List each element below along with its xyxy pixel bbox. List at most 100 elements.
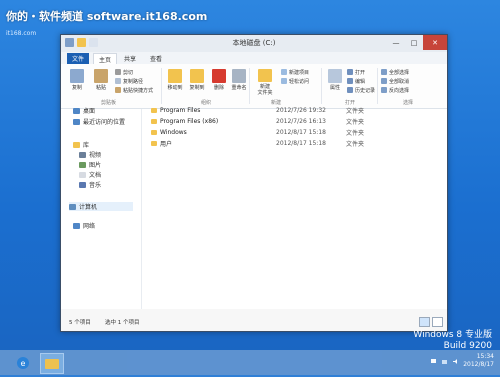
nav-item-videos[interactable]: 视频: [79, 150, 101, 159]
file-row[interactable]: 用户 2012/8/17 15:18 文件夹: [151, 139, 364, 148]
close-button[interactable]: ✕: [423, 35, 447, 50]
cut-button[interactable]: 剪切: [115, 68, 133, 76]
open-button[interactable]: 打开: [347, 68, 365, 76]
corner-logo: it168.com: [6, 30, 37, 37]
nav-item-desktop-partial[interactable]: 桌面: [73, 106, 95, 115]
open-group: 属性 打开 编辑 历史记录 打开: [323, 66, 377, 106]
nav-label: 文档: [89, 172, 102, 179]
tab-share[interactable]: 共享: [119, 53, 141, 64]
file-type: 文件夹: [346, 141, 365, 148]
cut-label: 剪切: [123, 69, 134, 76]
file-name: 用户: [160, 141, 173, 148]
content-area: 桌面 最近访问的位置 库 视频 图片 文档 音乐 计算机 网络 Program …: [61, 106, 447, 309]
nav-label: 网络: [83, 223, 96, 230]
new-folder-label: 新建 文件夹: [257, 84, 273, 96]
ribbon-separator: [377, 68, 378, 104]
cut-icon: [115, 69, 121, 75]
recent-icon: [73, 118, 80, 125]
rename-button[interactable]: 重命名: [227, 66, 251, 96]
paste-shortcut-label: 粘贴快捷方式: [123, 87, 154, 94]
organize-group: 移动到 复制到 删除 重命名 组织: [163, 66, 247, 106]
taskbar: e 15:34 2012/8/17: [0, 350, 500, 375]
properties-button[interactable]: 属性: [323, 66, 347, 96]
flag-icon[interactable]: [430, 358, 437, 365]
maximize-button[interactable]: □: [405, 35, 423, 50]
folder-icon: [151, 130, 157, 135]
edit-icon: [347, 78, 353, 84]
paste-icon: [94, 69, 108, 83]
move-to-button[interactable]: 移动到: [163, 66, 187, 96]
window-titlebar[interactable]: 本地磁盘 (C:) — □ ✕: [61, 35, 447, 52]
nav-label: 图片: [89, 162, 102, 169]
nav-item-music[interactable]: 音乐: [79, 180, 101, 189]
copy-button[interactable]: 复制: [65, 66, 89, 96]
nav-item-recent[interactable]: 最近访问的位置: [73, 117, 125, 126]
minimize-button[interactable]: —: [387, 35, 405, 50]
select-all-button[interactable]: 全部选择: [381, 68, 409, 76]
invert-selection-button[interactable]: 反向选择: [381, 86, 409, 94]
tab-file[interactable]: 文件: [67, 53, 89, 64]
file-date: 2012/7/26 16:13: [276, 118, 326, 125]
file-row[interactable]: Windows 2012/8/17 15:18 文件夹: [151, 128, 364, 137]
nav-label: 计算机: [79, 204, 98, 211]
clipboard-group: 复制 粘贴 剪切 复制路径 粘贴快捷方式 剪贴板: [65, 66, 165, 106]
system-tray: 15:34 2012/8/17: [430, 353, 494, 369]
select-none-label: 全部取消: [389, 78, 410, 85]
easy-access-button[interactable]: 轻松访问: [281, 77, 309, 85]
library-icon: [73, 141, 80, 148]
select-none-button[interactable]: 全部取消: [381, 77, 409, 85]
file-name: Windows: [160, 129, 187, 136]
selection-count: 选中 1 个项目: [105, 320, 140, 326]
svg-text:e: e: [21, 359, 26, 368]
new-item-label: 新建项目: [289, 69, 310, 76]
clock[interactable]: 15:34 2012/8/17: [463, 353, 494, 369]
nav-label: 库: [83, 142, 90, 149]
nav-item-network[interactable]: 网络: [73, 221, 95, 230]
rename-label: 重命名: [231, 85, 247, 91]
nav-label: 桌面: [83, 108, 96, 115]
file-list: Program Files 2012/7/26 19:32 文件夹 Progra…: [147, 106, 443, 309]
nav-item-library[interactable]: 库: [73, 140, 89, 149]
copy-to-icon: [190, 69, 204, 83]
folder-icon: [151, 108, 157, 113]
select-none-icon: [381, 78, 387, 84]
copy-to-button[interactable]: 复制到: [185, 66, 209, 96]
invert-selection-label: 反向选择: [389, 87, 410, 94]
edit-button[interactable]: 编辑: [347, 77, 365, 85]
select-group: 全部选择 全部取消 反向选择 选择: [379, 66, 443, 106]
network-status-icon[interactable]: [441, 358, 448, 365]
history-label: 历史记录: [355, 87, 376, 94]
file-date: 2012/8/17 15:18: [276, 140, 326, 147]
nav-item-computer[interactable]: 计算机: [69, 202, 133, 211]
copy-label: 复制: [71, 85, 82, 91]
details-view-icon[interactable]: [419, 317, 430, 327]
ribbon-separator: [321, 68, 322, 104]
move-icon: [168, 69, 182, 83]
file-row[interactable]: Program Files 2012/7/26 19:32 文件夹: [151, 106, 364, 115]
nav-item-pictures[interactable]: 图片: [79, 160, 101, 169]
nav-item-documents[interactable]: 文档: [79, 170, 101, 179]
music-icon: [79, 181, 86, 188]
copy-path-button[interactable]: 复制路径: [115, 77, 143, 85]
file-row[interactable]: Program Files (x86) 2012/7/26 16:13 文件夹: [151, 117, 364, 126]
new-item-button[interactable]: 新建项目: [281, 68, 309, 76]
internet-explorer-icon[interactable]: e: [12, 353, 34, 372]
volume-icon[interactable]: [452, 358, 459, 365]
tab-view[interactable]: 查看: [145, 53, 167, 64]
folder-icon: [151, 141, 157, 146]
paste-label: 粘贴: [95, 85, 106, 91]
file-date: 2012/7/26 19:32: [276, 107, 326, 114]
item-count: 5 个项目: [69, 320, 91, 326]
paste-shortcut-icon: [115, 87, 121, 93]
file-type: 文件夹: [346, 108, 365, 115]
os-name: Windows 8 专业版: [413, 330, 492, 340]
paste-button[interactable]: 粘贴: [89, 66, 113, 96]
paste-shortcut-button[interactable]: 粘贴快捷方式: [115, 86, 153, 94]
large-icons-view-icon[interactable]: [432, 317, 443, 327]
new-folder-button[interactable]: 新建 文件夹: [253, 66, 277, 96]
file-name: Program Files: [160, 107, 201, 114]
file-explorer-icon[interactable]: [40, 353, 64, 374]
history-icon: [347, 87, 353, 93]
history-button[interactable]: 历史记录: [347, 86, 375, 94]
easy-access-label: 轻松访问: [289, 78, 310, 85]
